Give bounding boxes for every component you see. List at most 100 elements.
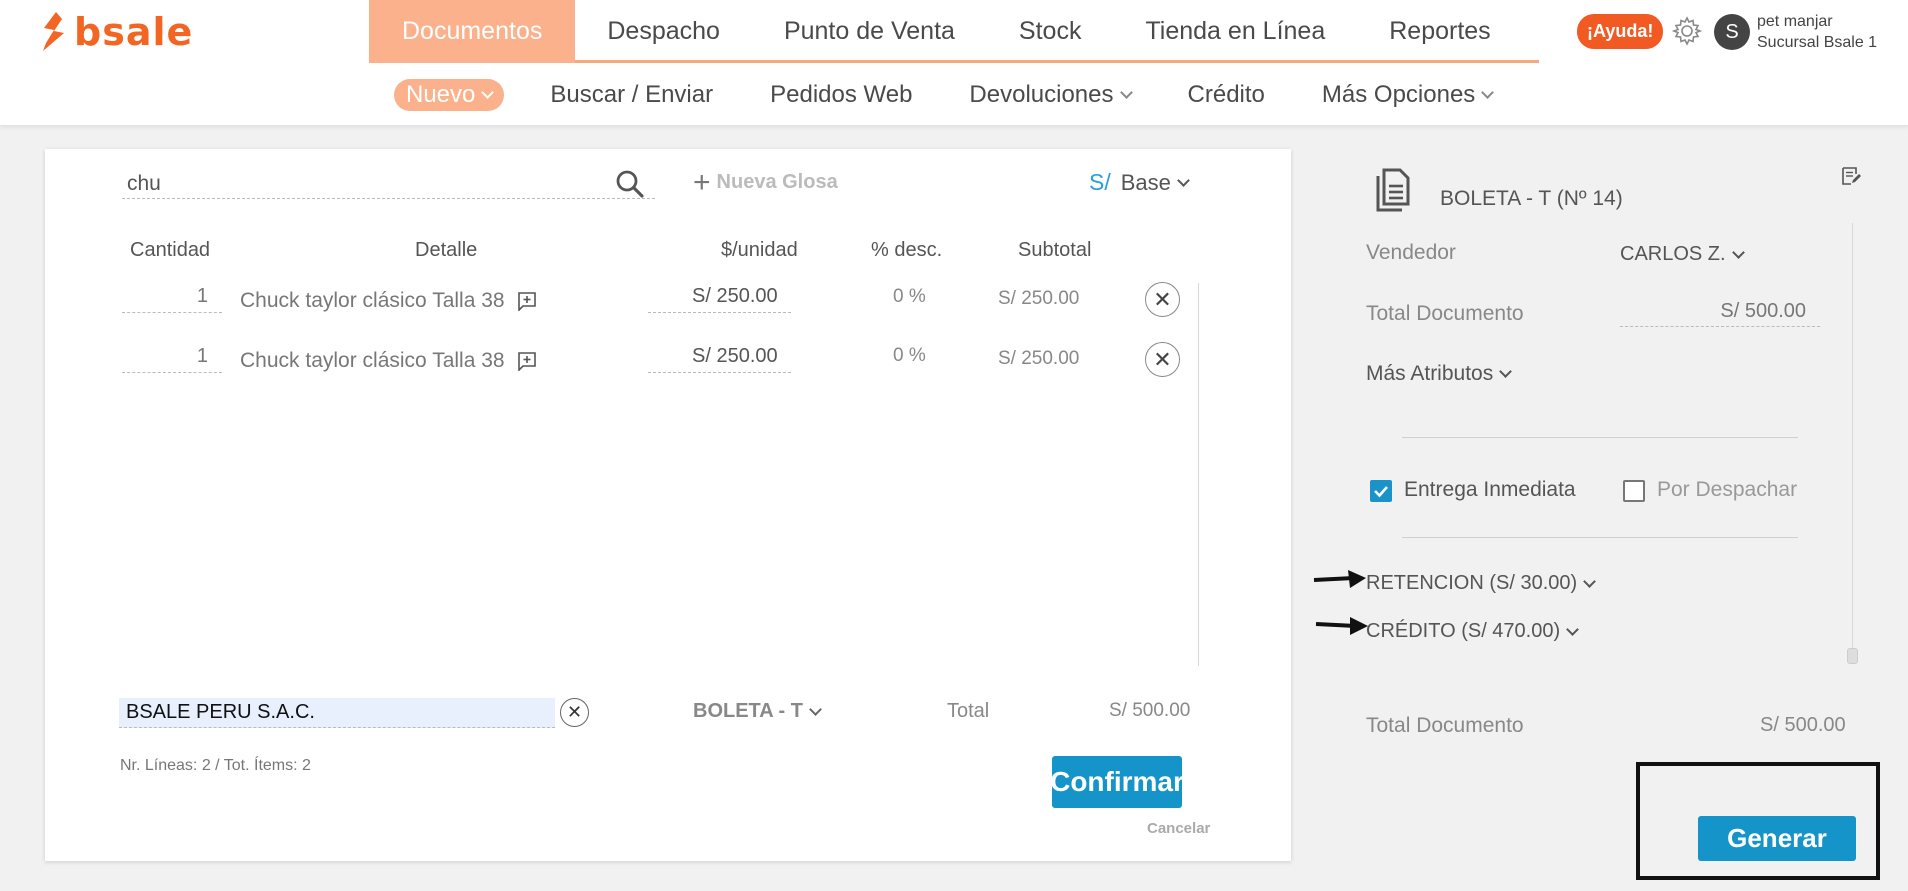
arrow-right-icon — [1315, 617, 1368, 635]
user-info[interactable]: pet manjar Sucursal Bsale 1 — [1757, 11, 1877, 53]
subnav-buscar-enviar[interactable]: Buscar / Enviar — [550, 81, 713, 109]
subnav-devoluciones[interactable]: Devoluciones — [969, 80, 1133, 109]
document-type-selector[interactable]: BOLETA - T — [693, 700, 822, 723]
subnav-nuevo[interactable]: Nuevo — [394, 78, 505, 111]
chevron-down-icon — [1731, 245, 1745, 259]
item-detail-text: Chuck taylor clásico Talla 38 — [240, 289, 505, 312]
close-icon: ✕ — [566, 702, 583, 722]
add-comment-icon[interactable] — [517, 291, 537, 311]
user-avatar[interactable]: S — [1714, 14, 1750, 50]
sub-nav-bar: Nuevo Buscar / Enviar Pedidos Web Devolu… — [0, 63, 1908, 126]
product-search-input[interactable] — [122, 169, 655, 199]
col-header-subtotal: Subtotal — [1018, 239, 1092, 261]
subnav-mas-opciones-label: Más Opciones — [1321, 80, 1476, 108]
nav-despacho[interactable]: Despacho — [575, 0, 752, 63]
document-icon — [1376, 168, 1410, 212]
item-detail-text: Chuck taylor clásico Talla 38 — [240, 349, 505, 372]
subnav-pedidos-web-label: Pedidos Web — [770, 80, 913, 108]
retencion-toggle[interactable]: RETENCION (S/ 30.00) — [1366, 572, 1597, 595]
clear-client-button[interactable]: ✕ — [560, 698, 589, 727]
document-editor-card: + Nueva Glosa S/ Base Cantidad Detalle $… — [45, 149, 1291, 861]
chevron-down-icon — [1499, 365, 1513, 378]
col-header-discount: % desc. — [871, 239, 943, 261]
total-value: S/ 500.00 — [1109, 700, 1191, 721]
divider — [1402, 537, 1798, 538]
close-icon: ✕ — [1153, 286, 1172, 312]
subnav-devoluciones-label: Devoluciones — [969, 80, 1114, 108]
sub-nav: Nuevo Buscar / Enviar Pedidos Web Devolu… — [394, 63, 1549, 126]
subnav-credito-label: Crédito — [1187, 80, 1265, 108]
nueva-glosa-button[interactable]: + Nueva Glosa — [693, 165, 838, 199]
currency-mode: Base — [1120, 169, 1171, 195]
item-detail: Chuck taylor clásico Talla 38 — [240, 349, 537, 373]
bsale-logo[interactable]: bsale — [40, 10, 193, 54]
currency-selector[interactable]: S/ Base — [1089, 169, 1190, 196]
subnav-pedidos-web[interactable]: Pedidos Web — [770, 81, 912, 109]
nueva-glosa-label: Nueva Glosa — [716, 171, 838, 193]
chevron-down-icon — [809, 702, 822, 716]
check-icon — [1374, 486, 1388, 498]
total-documento-summary-value: S/ 500.00 — [1760, 714, 1846, 736]
nav-stock[interactable]: Stock — [987, 0, 1114, 63]
plus-icon: + — [693, 165, 711, 199]
subnav-credito[interactable]: Crédito — [1188, 81, 1265, 109]
por-despachar-label[interactable]: Por Despachar — [1657, 478, 1797, 502]
remove-row-button[interactable]: ✕ — [1145, 342, 1180, 377]
divider — [1402, 437, 1798, 438]
unit-price-input[interactable]: S/ 250.00 — [648, 281, 791, 313]
nav-documentos[interactable]: Documentos — [369, 0, 576, 63]
cancel-link[interactable]: Cancelar — [1147, 820, 1210, 837]
generate-button[interactable]: Generar — [1698, 816, 1856, 861]
qty-input[interactable]: 1 — [122, 341, 222, 373]
subtotal-value: S/ 250.00 — [998, 288, 1080, 309]
search-icon[interactable] — [615, 169, 645, 199]
vendor-selector[interactable]: CARLOS Z. — [1620, 243, 1745, 266]
main-nav: Documentos Despacho Punto de Venta Stock… — [369, 0, 1539, 63]
subnav-nuevo-label: Nuevo — [406, 80, 476, 108]
entrega-inmediata-label[interactable]: Entrega Inmediata — [1404, 478, 1576, 502]
remove-row-button[interactable]: ✕ — [1145, 282, 1180, 317]
document-type-label: BOLETA - T — [693, 700, 803, 722]
help-button[interactable]: ¡Ayuda! — [1577, 14, 1664, 49]
edit-note-icon[interactable] — [1841, 166, 1861, 186]
vendor-value: CARLOS Z. — [1620, 243, 1726, 265]
vendor-label: Vendedor — [1366, 241, 1456, 264]
add-comment-icon[interactable] — [517, 351, 537, 371]
close-icon: ✕ — [1153, 346, 1172, 372]
chevron-down-icon — [1177, 173, 1190, 187]
total-documento-label: Total Documento — [1366, 302, 1524, 325]
more-attributes-toggle[interactable]: Más Atributos — [1366, 362, 1513, 386]
chevron-down-icon — [1566, 622, 1580, 636]
subnav-mas-opciones[interactable]: Más Opciones — [1321, 80, 1495, 109]
confirm-button[interactable]: Confirmar — [1050, 756, 1184, 808]
qty-input[interactable]: 1 — [122, 281, 222, 313]
subnav-buscar-enviar-label: Buscar / Enviar — [550, 80, 714, 108]
chevron-down-icon — [481, 85, 495, 99]
discount-value[interactable]: 0 % — [893, 345, 926, 367]
currency-symbol: S/ — [1089, 169, 1111, 195]
credito-label: CRÉDITO (S/ 470.00) — [1366, 620, 1561, 642]
col-header-detalle: Detalle — [415, 239, 478, 261]
chevron-down-icon — [1583, 574, 1597, 588]
discount-value[interactable]: 0 % — [893, 286, 926, 308]
branch-name: Sucursal Bsale 1 — [1757, 34, 1878, 51]
panel-scrollbar[interactable] — [1852, 223, 1853, 653]
entrega-inmediata-checkbox[interactable] — [1370, 480, 1392, 502]
credito-toggle[interactable]: CRÉDITO (S/ 470.00) — [1366, 620, 1580, 643]
nav-tienda-en-linea[interactable]: Tienda en Línea — [1113, 0, 1357, 63]
bsale-logo-icon — [43, 12, 64, 51]
gear-icon[interactable] — [1671, 15, 1703, 47]
por-despachar-checkbox[interactable] — [1623, 480, 1645, 502]
brand-name: bsale — [74, 10, 194, 54]
nav-punto-de-venta[interactable]: Punto de Venta — [752, 0, 987, 63]
client-input[interactable] — [119, 698, 555, 728]
lines-scrollbar[interactable] — [1198, 283, 1199, 666]
total-documento-summary-label: Total Documento — [1366, 714, 1524, 737]
panel-scrollbar-thumb[interactable] — [1847, 648, 1858, 664]
nav-reportes[interactable]: Reportes — [1357, 0, 1522, 63]
chevron-down-icon — [1481, 85, 1495, 99]
top-bar: bsale Documentos Despacho Punto de Venta… — [0, 0, 1908, 63]
unit-price-input[interactable]: S/ 250.00 — [648, 341, 791, 373]
user-name: pet manjar — [1757, 13, 1833, 30]
total-documento-input[interactable]: S/ 500.00 — [1620, 297, 1820, 327]
